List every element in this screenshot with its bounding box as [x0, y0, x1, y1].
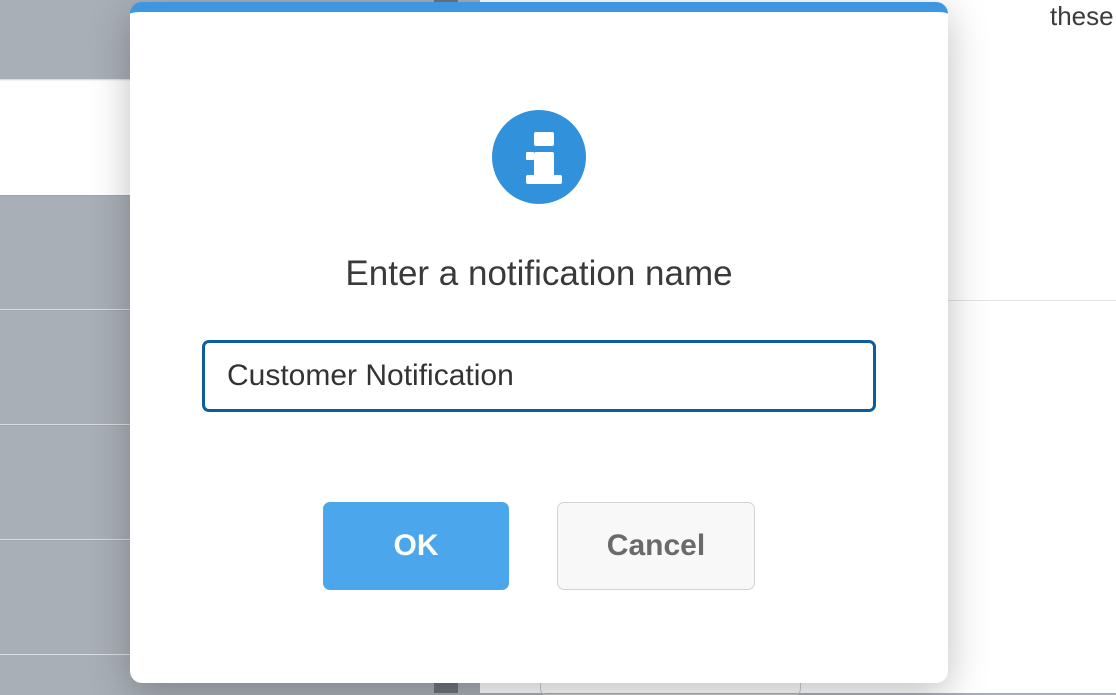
cancel-button[interactable]: Cancel: [557, 502, 755, 590]
dialog-button-row: OK Cancel: [323, 502, 755, 590]
notification-name-input[interactable]: [202, 340, 876, 412]
dialog-title: Enter a notification name: [345, 254, 732, 294]
notification-name-dialog: Enter a notification name OK Cancel: [130, 2, 948, 683]
ok-button[interactable]: OK: [323, 502, 509, 590]
info-icon: [492, 110, 586, 204]
background-text: these emails include entry details. For: [1050, 0, 1116, 38]
